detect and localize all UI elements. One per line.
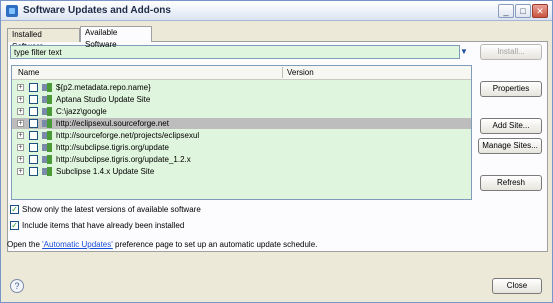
close-button[interactable]: Close [492,278,542,294]
properties-button[interactable]: Properties [480,81,542,97]
software-updates-window: Software Updates and Add-ons _ □ ✕ Insta… [0,0,553,303]
refresh-button[interactable]: Refresh [480,175,542,191]
show-latest-checkbox[interactable]: ✓ [10,205,19,214]
row-label: C:\jazz\google [56,107,107,116]
tree-row[interactable]: + Subclipse 1.4.x Update Site [12,166,471,177]
add-site-button[interactable]: Add Site... [480,118,542,134]
manage-sites-button[interactable]: Manage Sites... [478,138,542,154]
row-checkbox[interactable] [29,167,38,176]
expand-icon[interactable]: + [17,120,24,127]
window-title: Software Updates and Add-ons [23,5,171,16]
tab-available-software[interactable]: Available Software [80,26,152,49]
row-checkbox[interactable] [29,119,38,128]
tree-header: Name Version [12,66,471,80]
row-label: Aptana Studio Update Site [56,95,151,104]
row-label: ${p2.metadata.repo.name} [56,83,151,92]
update-site-icon [42,83,53,92]
title-bar[interactable]: Software Updates and Add-ons _ □ ✕ [1,1,552,21]
filter-input[interactable] [10,45,460,59]
preferences-hint-prefix: Open the [7,240,43,249]
show-latest-label: Show only the latest versions of availab… [22,205,201,214]
eclipse-app-icon [6,5,18,17]
row-checkbox[interactable] [29,83,38,92]
row-label: http://eclipsexul.sourceforge.net [56,119,169,128]
tree-row[interactable]: + http://subclipse.tigris.org/update [12,142,471,153]
expand-icon[interactable]: + [17,96,24,103]
row-label: http://sourceforge.net/projects/eclipsex… [56,131,200,140]
install-button[interactable]: Install... [480,44,542,60]
include-installed-checkbox[interactable]: ✓ [10,221,19,230]
row-checkbox[interactable] [29,95,38,104]
update-site-icon [42,143,53,152]
maximize-button[interactable]: □ [515,4,531,18]
row-checkbox[interactable] [29,143,38,152]
preferences-hint-suffix: preference page to set up an automatic u… [112,240,318,249]
expand-icon[interactable]: + [17,168,24,175]
column-header-version[interactable]: Version [287,68,314,77]
include-installed-label: Include items that have already been ins… [22,221,185,230]
column-header-name[interactable]: Name [18,68,39,77]
available-sites-tree[interactable]: Name Version + ${p2.metadata.repo.name} … [11,65,472,200]
update-site-icon [42,107,53,116]
help-icon[interactable]: ? [10,279,24,293]
row-label: http://subclipse.tigris.org/update_1.2.x [56,155,191,164]
update-site-icon [42,119,53,128]
expand-icon[interactable]: + [17,108,24,115]
row-label: http://subclipse.tigris.org/update [56,143,169,152]
update-site-icon [42,155,53,164]
expand-icon[interactable]: + [17,144,24,151]
tree-row[interactable]: + http://sourceforge.net/projects/eclips… [12,130,471,141]
update-site-icon [42,131,53,140]
minimize-button[interactable]: _ [498,4,514,18]
tab-installed-software[interactable]: Installed Software [7,28,80,51]
column-divider[interactable] [282,67,283,78]
tree-row-selected[interactable]: + http://eclipsexul.sourceforge.net [12,118,471,129]
tree-row[interactable]: + http://subclipse.tigris.org/update_1.2… [12,154,471,165]
tree-row[interactable]: + C:\jazz\google [12,106,471,117]
row-checkbox[interactable] [29,131,38,140]
update-site-icon [42,167,53,176]
filter-dropdown-icon[interactable]: ▼ [459,47,469,57]
window-close-button[interactable]: ✕ [532,4,548,18]
row-label: Subclipse 1.4.x Update Site [56,167,155,176]
row-checkbox[interactable] [29,155,38,164]
expand-icon[interactable]: + [17,156,24,163]
expand-icon[interactable]: + [17,132,24,139]
row-checkbox[interactable] [29,107,38,116]
tree-row[interactable]: + ${p2.metadata.repo.name} [12,82,471,93]
expand-icon[interactable]: + [17,84,24,91]
tree-row[interactable]: + Aptana Studio Update Site [12,94,471,105]
preferences-hint: Open the 'Automatic Updates' preference … [7,240,317,249]
automatic-updates-link[interactable]: 'Automatic Updates' [42,240,113,249]
update-site-icon [42,95,53,104]
